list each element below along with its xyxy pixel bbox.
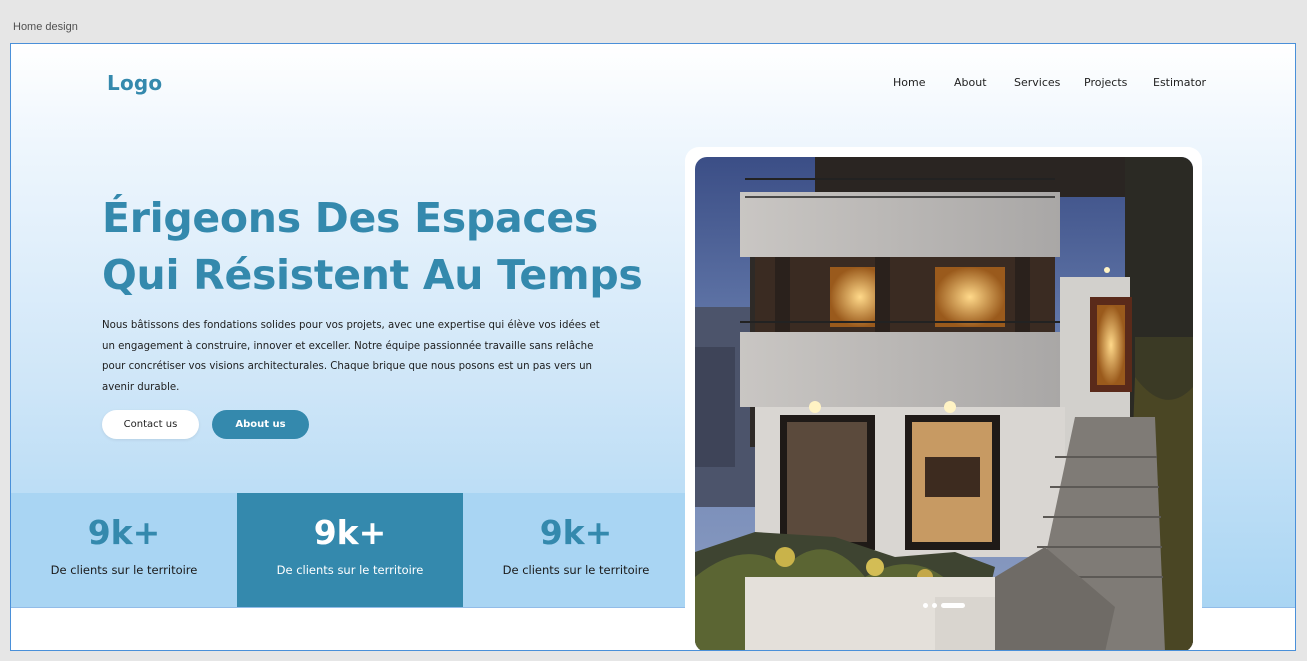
nav-item-projects[interactable]: Projects bbox=[1084, 76, 1127, 89]
house-illustration bbox=[695, 157, 1193, 650]
carousel-dot[interactable] bbox=[932, 603, 937, 608]
stat-value: 9k+ bbox=[313, 513, 387, 552]
hero-headline-line-1: Érigeons Des Espaces bbox=[102, 194, 598, 242]
carousel-indicators bbox=[923, 603, 965, 608]
about-us-button[interactable]: About us bbox=[212, 410, 309, 439]
hero-headline-line-2: Qui Résistent Au Temps bbox=[102, 251, 643, 299]
contact-us-button[interactable]: Contact us bbox=[102, 410, 199, 439]
logo[interactable]: Logo bbox=[107, 71, 162, 95]
hero-description: Nous bâtissons des fondations solides po… bbox=[102, 320, 600, 393]
carousel-dot[interactable] bbox=[923, 603, 928, 608]
stat-card: 9k+ De clients sur le territoire bbox=[11, 493, 237, 607]
stat-label: De clients sur le territoire bbox=[502, 563, 650, 577]
nav-item-estimator[interactable]: Estimator bbox=[1153, 76, 1206, 89]
house-photo[interactable] bbox=[695, 157, 1193, 650]
home-design-artboard: Logo Home About Services Projects Estima… bbox=[10, 43, 1296, 651]
stat-value: 9k+ bbox=[539, 513, 613, 552]
nav-item-about[interactable]: About bbox=[954, 76, 987, 89]
stat-card: 9k+ De clients sur le territoire bbox=[463, 493, 689, 607]
stat-value: 9k+ bbox=[87, 513, 161, 552]
hero-headline: Érigeons Des Espaces Qui Résistent Au Te… bbox=[102, 190, 643, 304]
nav-item-services[interactable]: Services bbox=[1014, 76, 1060, 89]
artboard-label[interactable]: Home design bbox=[13, 21, 78, 33]
stat-card-highlighted: 9k+ De clients sur le territoire bbox=[237, 493, 463, 607]
stat-label: De clients sur le territoire bbox=[50, 563, 198, 577]
stat-label: De clients sur le territoire bbox=[276, 563, 424, 577]
nav-item-home[interactable]: Home bbox=[893, 76, 925, 89]
stats-band: 9k+ De clients sur le territoire 9k+ De … bbox=[11, 493, 685, 607]
carousel-dot-active[interactable] bbox=[941, 603, 965, 608]
